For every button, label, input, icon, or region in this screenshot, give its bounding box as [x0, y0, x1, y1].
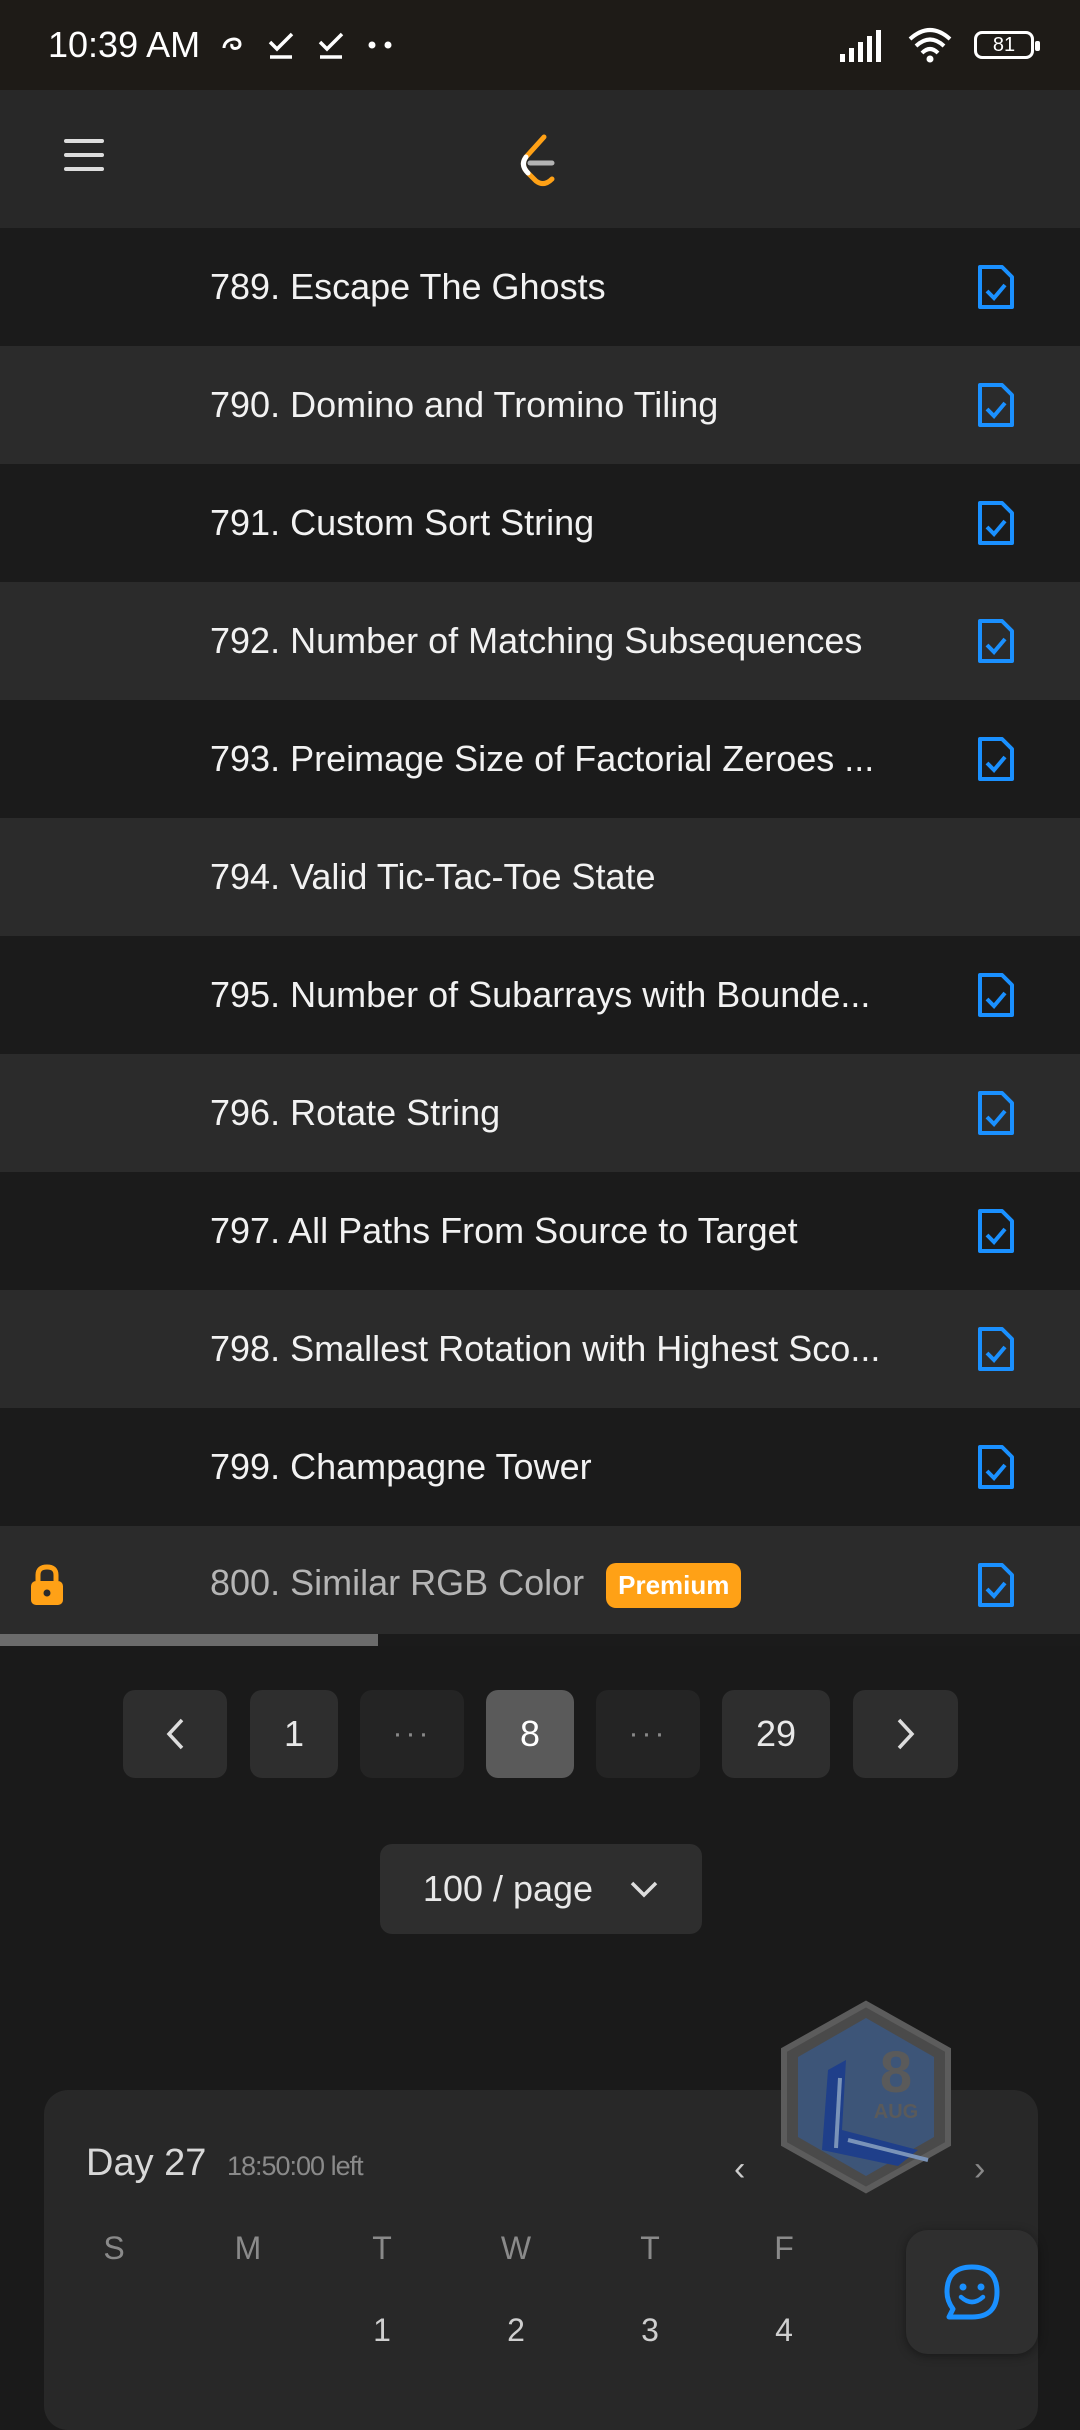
solution-document-icon[interactable] — [976, 381, 1016, 429]
weekday-label: F — [774, 2230, 794, 2266]
solution-document-icon[interactable] — [976, 971, 1016, 1019]
problem-title[interactable]: 795. Number of Subarrays with Bounde... — [210, 974, 870, 1016]
solution-document-icon[interactable] — [976, 263, 1016, 311]
scrollbar-thumb[interactable] — [0, 1634, 378, 1646]
calendar-date[interactable]: 3 — [620, 2312, 680, 2349]
solution-document-icon[interactable] — [976, 1561, 1016, 1609]
problem-title[interactable]: 789. Escape The Ghosts — [210, 266, 606, 308]
per-page-select[interactable]: 100 / page — [380, 1844, 702, 1934]
problem-row[interactable]: 798. Smallest Rotation with Highest Sco.… — [0, 1290, 1080, 1408]
pagination: 1 ··· 8 ··· 29 — [0, 1690, 1080, 1778]
problem-row[interactable]: 793. Preimage Size of Factorial Zeroes .… — [0, 700, 1080, 818]
badge-day: 8 — [880, 2040, 912, 2105]
badge-month: AUG — [874, 2101, 918, 2123]
weekday-label: M — [234, 2230, 262, 2266]
calendar-date[interactable]: 4 — [754, 2312, 814, 2349]
problem-row[interactable]: 790. Domino and Tromino Tiling — [0, 346, 1080, 464]
weekday-label: S — [103, 2230, 125, 2266]
problem-row[interactable]: 791. Custom Sort String — [0, 464, 1080, 582]
problem-title-text: 800. Similar RGB Color — [210, 1562, 585, 1603]
app-header — [0, 90, 1080, 228]
problem-title[interactable]: 797. All Paths From Source to Target — [210, 1210, 798, 1252]
page-button-last[interactable]: 29 — [722, 1690, 830, 1778]
premium-badge: Premium — [606, 1562, 742, 1608]
battery-level: 81 — [992, 33, 1016, 56]
chat-support-button[interactable] — [906, 2230, 1038, 2354]
next-page-button[interactable] — [853, 1690, 958, 1778]
chat-smile-icon — [944, 2264, 1000, 2320]
problem-row[interactable]: 797. All Paths From Source to Target — [0, 1172, 1080, 1290]
weekday-label: T — [372, 2230, 392, 2266]
chevron-left-icon — [166, 1718, 184, 1750]
horizontal-scrollbar[interactable] — [0, 1634, 1080, 1646]
problem-title[interactable]: 792. Number of Matching Subsequences — [210, 620, 862, 662]
problem-title[interactable]: 800. Similar RGB Color Premium — [210, 1562, 742, 1608]
solution-document-icon[interactable] — [976, 1325, 1016, 1373]
problem-title[interactable]: 796. Rotate String — [210, 1092, 500, 1134]
signal-icon — [840, 30, 881, 62]
solution-document-icon[interactable] — [976, 1443, 1016, 1491]
solution-document-icon[interactable] — [976, 1207, 1016, 1255]
notification-icon — [222, 37, 242, 50]
chevron-down-icon — [630, 1881, 658, 1898]
chevron-right-icon — [897, 1718, 914, 1750]
battery-icon: 81 — [974, 31, 1040, 59]
problem-row[interactable]: 795. Number of Subarrays with Bounde... — [0, 936, 1080, 1054]
status-time: 10:39 AM — [48, 24, 201, 65]
leetcode-logo[interactable] — [510, 129, 570, 189]
status-right: 81 — [838, 27, 1040, 63]
problem-list: 789. Escape The Ghosts 790. Domino and T… — [0, 228, 1080, 1644]
solution-document-icon[interactable] — [976, 1089, 1016, 1137]
check-icon — [268, 32, 294, 59]
page-ellipsis[interactable]: ··· — [360, 1690, 464, 1778]
more-dots-icon — [368, 41, 392, 49]
status-bar: 10:39 AM 81 — [0, 0, 1080, 90]
problem-title[interactable]: 793. Preimage Size of Factorial Zeroes .… — [210, 738, 874, 780]
page-button-current[interactable]: 8 — [486, 1690, 574, 1778]
problem-row[interactable]: 789. Escape The Ghosts — [0, 228, 1080, 346]
problem-row[interactable]: 799. Champagne Tower — [0, 1408, 1080, 1526]
lock-icon — [31, 1564, 63, 1605]
calendar-date[interactable]: 2 — [486, 2312, 546, 2349]
solution-document-icon[interactable] — [976, 617, 1016, 665]
status-left: 10:39 AM — [48, 24, 396, 66]
calendar-prev-button[interactable]: ‹ — [734, 2150, 745, 2189]
problem-title[interactable]: 799. Champagne Tower — [210, 1446, 592, 1488]
monthly-badge-icon[interactable]: 8 AUG — [778, 2000, 954, 2194]
weekday-label: T — [640, 2230, 660, 2266]
problem-row[interactable]: 796. Rotate String — [0, 1054, 1080, 1172]
page-ellipsis[interactable]: ··· — [596, 1690, 700, 1778]
weekday-label: W — [500, 2230, 532, 2266]
wifi-icon — [908, 28, 952, 63]
solution-document-icon[interactable] — [976, 499, 1016, 547]
problem-row[interactable]: 794. Valid Tic-Tac-Toe State — [0, 818, 1080, 936]
problem-title[interactable]: 794. Valid Tic-Tac-Toe State — [210, 856, 656, 898]
page-button-1[interactable]: 1 — [250, 1690, 338, 1778]
problem-row-premium[interactable]: 800. Similar RGB Color Premium — [0, 1526, 1080, 1644]
calendar-day-title: Day 27 18:50:00 left — [86, 2142, 364, 2185]
problem-title[interactable]: 798. Smallest Rotation with Highest Sco.… — [210, 1328, 880, 1370]
problem-row[interactable]: 792. Number of Matching Subsequences — [0, 582, 1080, 700]
problem-title[interactable]: 790. Domino and Tromino Tiling — [210, 384, 718, 426]
calendar-date[interactable]: 1 — [352, 2312, 412, 2349]
per-page-label: 100 / page — [422, 1868, 594, 1909]
problem-title[interactable]: 791. Custom Sort String — [210, 502, 594, 544]
hamburger-menu-icon[interactable] — [64, 139, 104, 179]
check-icon — [318, 32, 344, 59]
prev-page-button[interactable] — [123, 1690, 227, 1778]
solution-document-icon[interactable] — [976, 735, 1016, 783]
time-left: 18:50:00 left — [226, 2151, 364, 2181]
calendar-next-button[interactable]: › — [974, 2150, 985, 2189]
day-label: Day 27 — [86, 2142, 207, 2184]
